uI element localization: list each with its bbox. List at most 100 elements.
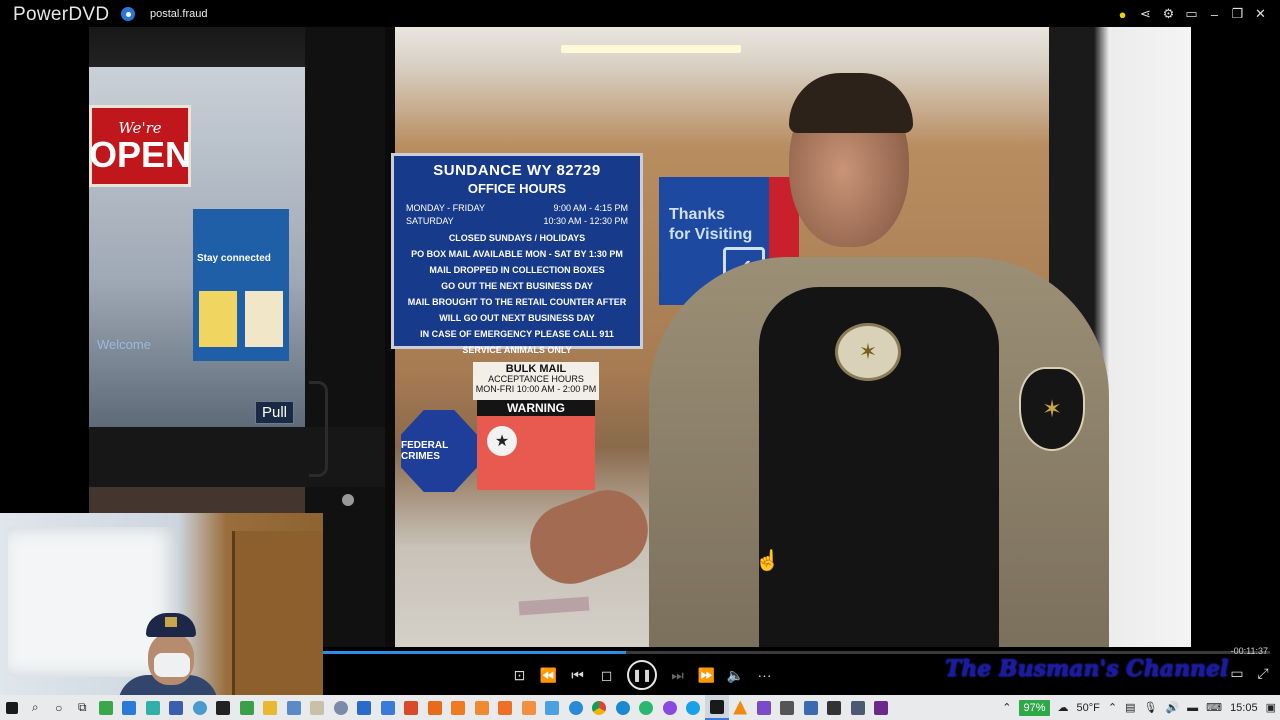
share-icon[interactable]: ⋖ [1134,4,1157,24]
app-icon-folder[interactable] [259,695,283,720]
rewind-button[interactable]: ⏪ [537,662,560,688]
app-icon-monitor[interactable] [846,695,870,720]
clock[interactable]: 15:05 [1226,702,1262,714]
app-icon-teal[interactable] [141,695,165,720]
welcome-text: Welcome [97,337,151,352]
fast-forward-button[interactable]: ⏩ [695,662,718,688]
hours-note: MAIL BROUGHT TO THE RETAIL COUNTER AFTER [407,297,627,307]
hours-row: MONDAY - FRIDAY 9:00 AM - 4:15 PM [406,202,628,215]
cortana-icon[interactable]: ○ [47,695,71,720]
close-icon[interactable]: ✕ [1249,4,1272,24]
app-icon-orange-4[interactable] [517,695,541,720]
keyboard-icon[interactable]: ⌨ [1202,701,1226,714]
mini-player-icon[interactable]: ▭ [1180,4,1203,24]
hours-sign-title: OFFICE HOURS [467,181,567,196]
app-name: PowerDVD [13,4,110,25]
microphone-icon[interactable]: 🎙 [1140,701,1162,714]
network-icon[interactable]: ▤ [1121,701,1139,714]
speaker-icon[interactable]: 🔊 [1161,701,1183,714]
hours-time: 10:30 AM - 12:30 PM [543,216,628,226]
previous-button[interactable]: ⏮ [566,662,589,688]
bulk-title: BULK MAIL [505,363,567,375]
minimize-icon[interactable]: – [1203,4,1226,24]
app-icon-terminal[interactable] [212,695,236,720]
app-icon-store[interactable] [376,695,400,720]
next-button[interactable]: ⏭ [666,662,689,688]
fullscreen-icon[interactable]: ⤢ [1254,664,1272,682]
edge-icon[interactable] [611,695,635,720]
power-icon[interactable]: ▬ [1183,702,1202,714]
app-icon-orange-1[interactable] [447,695,471,720]
stay-connected-poster: Stay connected [193,209,289,361]
app-icon-sync[interactable] [564,695,588,720]
vlc-icon[interactable] [729,695,753,720]
app-icon-green[interactable] [94,695,118,720]
chrome-icon[interactable] [588,695,612,720]
app-icon-browser[interactable] [329,695,353,720]
powerdvd-taskbar-icon[interactable] [705,695,729,720]
app-icon-orange-2[interactable] [470,695,494,720]
window-controls: ● ⋖ ⚙ ▭ – ❐ ✕ [1111,4,1272,24]
more-button[interactable]: ··· [753,662,776,688]
messenger-icon[interactable] [658,695,682,720]
app-icon-chat[interactable] [635,695,659,720]
app-icon-snagit[interactable] [400,695,424,720]
poster-header: Stay connected [197,253,271,264]
app-icon-paint[interactable] [306,695,330,720]
time-remaining: -00:11:37 [1230,646,1268,656]
app-icon-blue[interactable] [118,695,142,720]
app-icon-photo[interactable] [541,695,565,720]
app-icon-office[interactable] [423,695,447,720]
notifications-icon[interactable]: ▣ [1262,701,1280,714]
app-icon-pen[interactable] [799,695,823,720]
hours-day: SATURDAY [406,216,454,226]
cap-badge-icon [165,617,177,627]
mini-mode-icon[interactable]: ▭ [1228,664,1246,682]
gear-icon[interactable]: ⚙ [1157,4,1180,24]
app-icon-docs[interactable] [165,695,189,720]
bookmark-button[interactable]: ⊡ [508,662,531,688]
system-tray: ⌃ 97% ☁ 50°F ⌃ ▤ 🎙 🔊 ▬ ⌨ 15:05 ▣ [998,695,1280,720]
hours-row: SATURDAY 10:30 AM - 12:30 PM [406,215,628,228]
app-icon-unity[interactable] [776,695,800,720]
windows-start-icon[interactable] [0,695,24,720]
skype-icon[interactable] [682,695,706,720]
search-icon[interactable]: ⌕ [24,695,48,720]
restore-icon[interactable]: ❐ [1226,4,1249,24]
file-name: postal.fraud [150,8,208,20]
app-icon-camera[interactable] [823,695,847,720]
weather-temp[interactable]: 50°F [1073,702,1104,714]
stop-button[interactable]: ◻ [595,662,618,688]
app-icon-purple[interactable] [870,695,894,720]
pause-button[interactable]: ❚❚ [627,660,657,690]
task-view-icon[interactable]: ⧉ [71,695,95,720]
app-icon-orange-3[interactable] [494,695,518,720]
channel-watermark: The Busman's Channel [945,656,1229,682]
office-hours-sign: SUNDANCE WY 82729 OFFICE HOURS MONDAY - … [391,153,643,355]
tray-chevron-icon[interactable]: ⌃ [1104,701,1121,714]
app-status-icon [121,7,135,21]
pull-label: Pull [255,401,295,424]
visual-studio-icon[interactable] [752,695,776,720]
app-icon-mail[interactable] [353,695,377,720]
star-badge-icon: ✶ [835,323,901,381]
face-mask [154,653,190,677]
battery-percent: 97% [1019,699,1050,716]
app-icon-photos[interactable] [282,695,306,720]
weather-cloud-icon[interactable]: ☁ [1054,701,1073,714]
chevron-up-icon[interactable]: ⌃ [998,701,1015,714]
door-handle [309,381,328,477]
wood-cabinet [232,531,323,695]
bulb-icon[interactable]: ● [1111,4,1134,24]
battery-indicator: 97% [1015,699,1053,716]
app-icon-globe[interactable] [188,695,212,720]
volume-button[interactable]: 🔈 [724,662,747,688]
seek-bar[interactable] [323,651,1270,654]
officer-hair [789,73,913,133]
taskbar: ⌕ ○ ⧉ ⌃ 97% ☁ 50°F ⌃ ▤ 🎙 🔊 ▬ ⌨ 15:05 ▣ [0,695,1280,720]
hand-cursor-icon: ☝ [755,550,780,572]
app-icon-chart[interactable] [235,695,259,720]
warning-sign: WARNING ★ [477,400,595,490]
hours-day: MONDAY - FRIDAY [406,203,486,213]
hours-sign-rows: MONDAY - FRIDAY 9:00 AM - 4:15 PM SATURD… [394,196,640,228]
